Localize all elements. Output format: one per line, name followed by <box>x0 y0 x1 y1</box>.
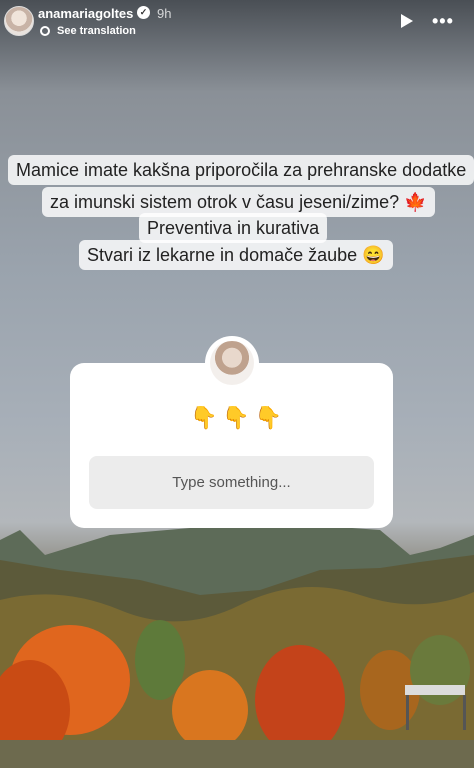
mountain-landscape <box>0 520 474 768</box>
post-time: 9h <box>157 6 172 21</box>
story-header: anamariagoltes ✓ 9h See translation ••• <box>0 0 474 46</box>
verified-badge-icon: ✓ <box>137 6 150 19</box>
question-line-3: Preventiva in kurativa <box>139 213 328 243</box>
avatar-image <box>210 341 254 385</box>
play-icon[interactable] <box>401 14 413 28</box>
response-input[interactable]: Type something... <box>89 456 374 509</box>
avatar[interactable] <box>4 6 34 36</box>
more-dots-icon[interactable]: ••• <box>432 12 454 30</box>
see-translation-link[interactable]: See translation <box>57 25 136 37</box>
sticker-avatar <box>207 338 257 388</box>
pointing-down-emoji: 👇👇👇 <box>190 405 288 430</box>
username[interactable]: anamariagoltes <box>38 6 133 21</box>
question-line-1: Mamice imate kakšna priporočila za prehr… <box>8 155 474 185</box>
question-line-4: Stvari iz lekarne in domače žaube 😄 <box>79 240 393 270</box>
translate-icon[interactable] <box>40 26 50 36</box>
